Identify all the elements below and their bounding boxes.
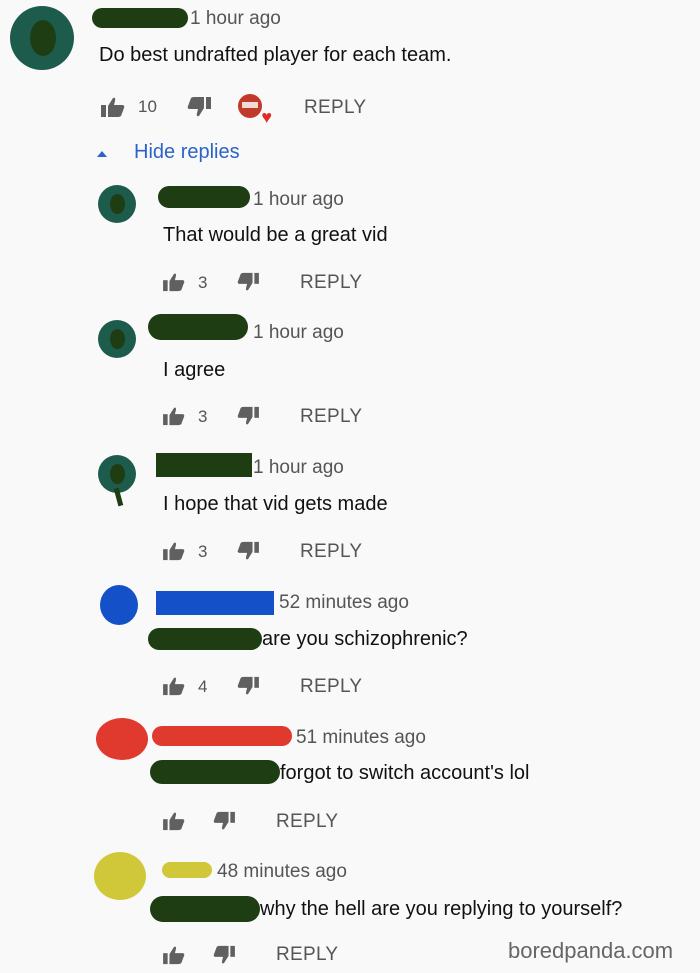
reply-button[interactable]: REPLY: [300, 406, 362, 428]
mention-redacted[interactable]: [150, 760, 280, 784]
thumbs-up-icon[interactable]: [162, 945, 186, 965]
timestamp[interactable]: 1 hour ago: [253, 457, 344, 479]
like-count: 4: [198, 677, 208, 696]
thumbs-down-icon[interactable]: [236, 406, 260, 426]
avatar[interactable]: [98, 185, 136, 223]
like-count: 3: [198, 273, 208, 292]
timestamp[interactable]: 1 hour ago: [253, 322, 344, 344]
thumbs-up-icon[interactable]: [162, 676, 186, 696]
reply-text: forgot to switch account's lol: [280, 762, 530, 784]
avatar[interactable]: [10, 6, 74, 70]
thumbs-down-icon[interactable]: [236, 272, 260, 292]
reply-button[interactable]: REPLY: [300, 541, 362, 563]
timestamp[interactable]: 48 minutes ago: [217, 861, 347, 883]
reply-button[interactable]: REPLY: [276, 944, 338, 966]
thumbs-down-icon[interactable]: [236, 676, 260, 696]
reply-text: are you schizophrenic?: [262, 628, 468, 650]
author-name-redacted[interactable]: [92, 8, 188, 28]
thumbs-up-icon[interactable]: [162, 272, 186, 292]
thumbs-up-icon[interactable]: [162, 811, 186, 831]
creator-heart-icon: ♥: [238, 94, 272, 126]
reply-text: why the hell are you replying to yoursel…: [260, 898, 623, 920]
thumbs-down-icon[interactable]: [212, 811, 236, 831]
caret-up-icon[interactable]: [97, 151, 107, 157]
timestamp[interactable]: 1 hour ago: [253, 189, 344, 211]
thumbs-up-icon[interactable]: [100, 96, 126, 118]
like-count: 3: [198, 542, 208, 561]
reply-text: I hope that vid gets made: [163, 493, 388, 515]
reply-text: That would be a great vid: [163, 224, 388, 246]
thumbs-down-icon[interactable]: [212, 945, 236, 965]
reply-button[interactable]: REPLY: [304, 97, 366, 119]
timestamp[interactable]: 51 minutes ago: [296, 727, 426, 749]
thumbs-down-icon[interactable]: [186, 96, 212, 118]
author-name-redacted[interactable]: [156, 591, 274, 615]
thumbs-up-icon[interactable]: [162, 541, 186, 561]
author-name-redacted[interactable]: [148, 314, 248, 340]
hide-replies-label[interactable]: Hide replies: [134, 141, 240, 164]
like-count: 3: [198, 407, 208, 426]
author-name-redacted[interactable]: [156, 453, 252, 477]
avatar[interactable]: [94, 852, 146, 900]
watermark: boredpanda.com: [508, 938, 674, 963]
mention-redacted[interactable]: [148, 628, 262, 650]
thumbs-down-icon[interactable]: [236, 541, 260, 561]
avatar[interactable]: [100, 585, 138, 625]
thumbs-up-icon[interactable]: [162, 406, 186, 426]
reply-button[interactable]: REPLY: [276, 811, 338, 833]
author-name-redacted[interactable]: [152, 726, 292, 746]
reply-button[interactable]: REPLY: [300, 272, 362, 294]
comment-text: Do best undrafted player for each team.: [99, 44, 452, 66]
reply-button[interactable]: REPLY: [300, 676, 362, 698]
like-count: 10: [138, 97, 157, 116]
reply-text: I agree: [163, 359, 226, 381]
mention-redacted[interactable]: [150, 896, 260, 922]
avatar[interactable]: [98, 320, 136, 358]
timestamp[interactable]: 1 hour ago: [190, 8, 281, 30]
author-name-redacted[interactable]: [162, 862, 212, 878]
avatar[interactable]: [96, 718, 148, 760]
timestamp[interactable]: 52 minutes ago: [279, 592, 409, 614]
author-name-redacted[interactable]: [158, 186, 250, 208]
